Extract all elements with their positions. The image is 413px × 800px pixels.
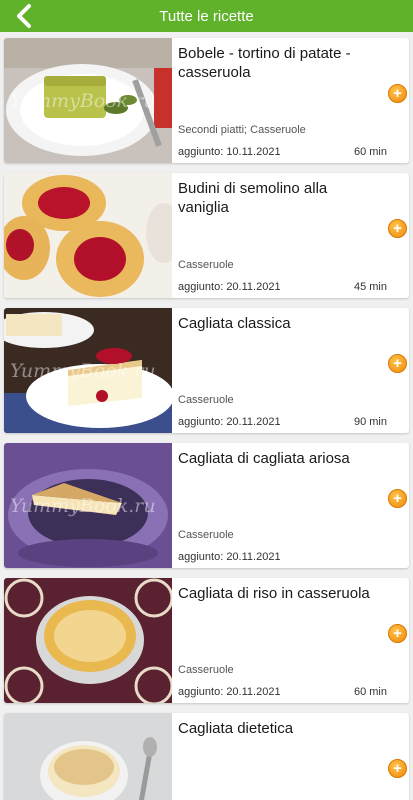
plus-icon: + (393, 355, 402, 372)
recipe-info: Cagliata dietetica + (172, 713, 409, 800)
plus-icon: + (393, 760, 402, 777)
recipe-image (4, 578, 172, 703)
add-favorite-button[interactable]: + (388, 489, 407, 508)
recipe-date: aggiunto: 20.11.2021 (178, 281, 281, 293)
watermark: YummyBook.ru (10, 90, 156, 112)
recipe-info: Budini di semolino alla vaniglia + Casse… (172, 173, 409, 298)
recipe-card[interactable]: Budini di semolino alla vaniglia + Casse… (4, 173, 409, 298)
recipe-title[interactable]: Cagliata di riso in casseruola (178, 584, 401, 603)
recipe-list[interactable]: YummyBook.ru Bobele - tortino di patate … (0, 32, 413, 800)
add-favorite-button[interactable]: + (388, 624, 407, 643)
recipe-card[interactable]: YummyBook.ru Cagliata classica + Casseru… (4, 308, 409, 433)
recipe-date: aggiunto: 20.11.2021 (178, 416, 281, 428)
back-button[interactable] (8, 0, 40, 32)
chevron-left-icon (17, 4, 31, 28)
recipe-image: YummyBook.ru (4, 38, 172, 163)
recipe-info: Cagliata di riso in casseruola + Casseru… (172, 578, 409, 703)
recipe-time: 60 min (353, 686, 387, 698)
add-favorite-button[interactable]: + (388, 84, 407, 103)
recipe-time: 90 min (353, 416, 387, 428)
add-favorite-button[interactable]: + (388, 354, 407, 373)
recipe-title[interactable]: Cagliata dietetica (178, 719, 401, 738)
recipe-title[interactable]: Budini di semolino alla vaniglia (178, 179, 401, 217)
recipe-image: YummyBook.ru (4, 308, 172, 433)
recipe-info: Cagliata di cagliata ariosa + Casseruole… (172, 443, 409, 568)
watermark: YummyBook.ru (10, 495, 156, 517)
recipe-category: Casseruole (178, 259, 234, 271)
watermark: YummyBook.ru (10, 360, 156, 382)
recipe-info: Bobele - tortino di patate - casseruola … (172, 38, 409, 163)
plus-icon: + (393, 85, 402, 102)
top-app-bar: Tutte le ricette (0, 0, 413, 32)
recipe-card[interactable]: Cagliata di riso in casseruola + Casseru… (4, 578, 409, 703)
recipe-date: aggiunto: 10.11.2021 (178, 146, 281, 158)
recipe-card[interactable]: Cagliata dietetica + (4, 713, 409, 800)
recipe-date: aggiunto: 20.11.2021 (178, 686, 281, 698)
recipe-time: 45 min (353, 281, 387, 293)
recipe-title[interactable]: Bobele - tortino di patate - casseruola (178, 44, 401, 82)
recipe-title[interactable]: Cagliata di cagliata ariosa (178, 449, 401, 468)
plus-icon: + (393, 625, 402, 642)
plus-icon: + (393, 490, 402, 507)
recipe-card[interactable]: YummyBook.ru Bobele - tortino di patate … (4, 38, 409, 163)
add-favorite-button[interactable]: + (388, 219, 407, 238)
recipe-time: 60 min (353, 146, 387, 158)
recipe-category: Secondi piatti; Casseruole (178, 124, 306, 136)
recipe-info: Cagliata classica + Casseruole aggiunto:… (172, 308, 409, 433)
recipe-category: Casseruole (178, 529, 234, 541)
recipe-card[interactable]: YummyBook.ru Cagliata di cagliata ariosa… (4, 443, 409, 568)
recipe-image (4, 713, 172, 800)
plus-icon: + (393, 220, 402, 237)
add-favorite-button[interactable]: + (388, 759, 407, 778)
recipe-image (4, 173, 172, 298)
recipe-category: Casseruole (178, 664, 234, 676)
recipe-image: YummyBook.ru (4, 443, 172, 568)
recipe-category: Casseruole (178, 394, 234, 406)
recipe-title[interactable]: Cagliata classica (178, 314, 401, 333)
page-title: Tutte le ricette (159, 7, 254, 25)
recipe-date: aggiunto: 20.11.2021 (178, 551, 281, 563)
